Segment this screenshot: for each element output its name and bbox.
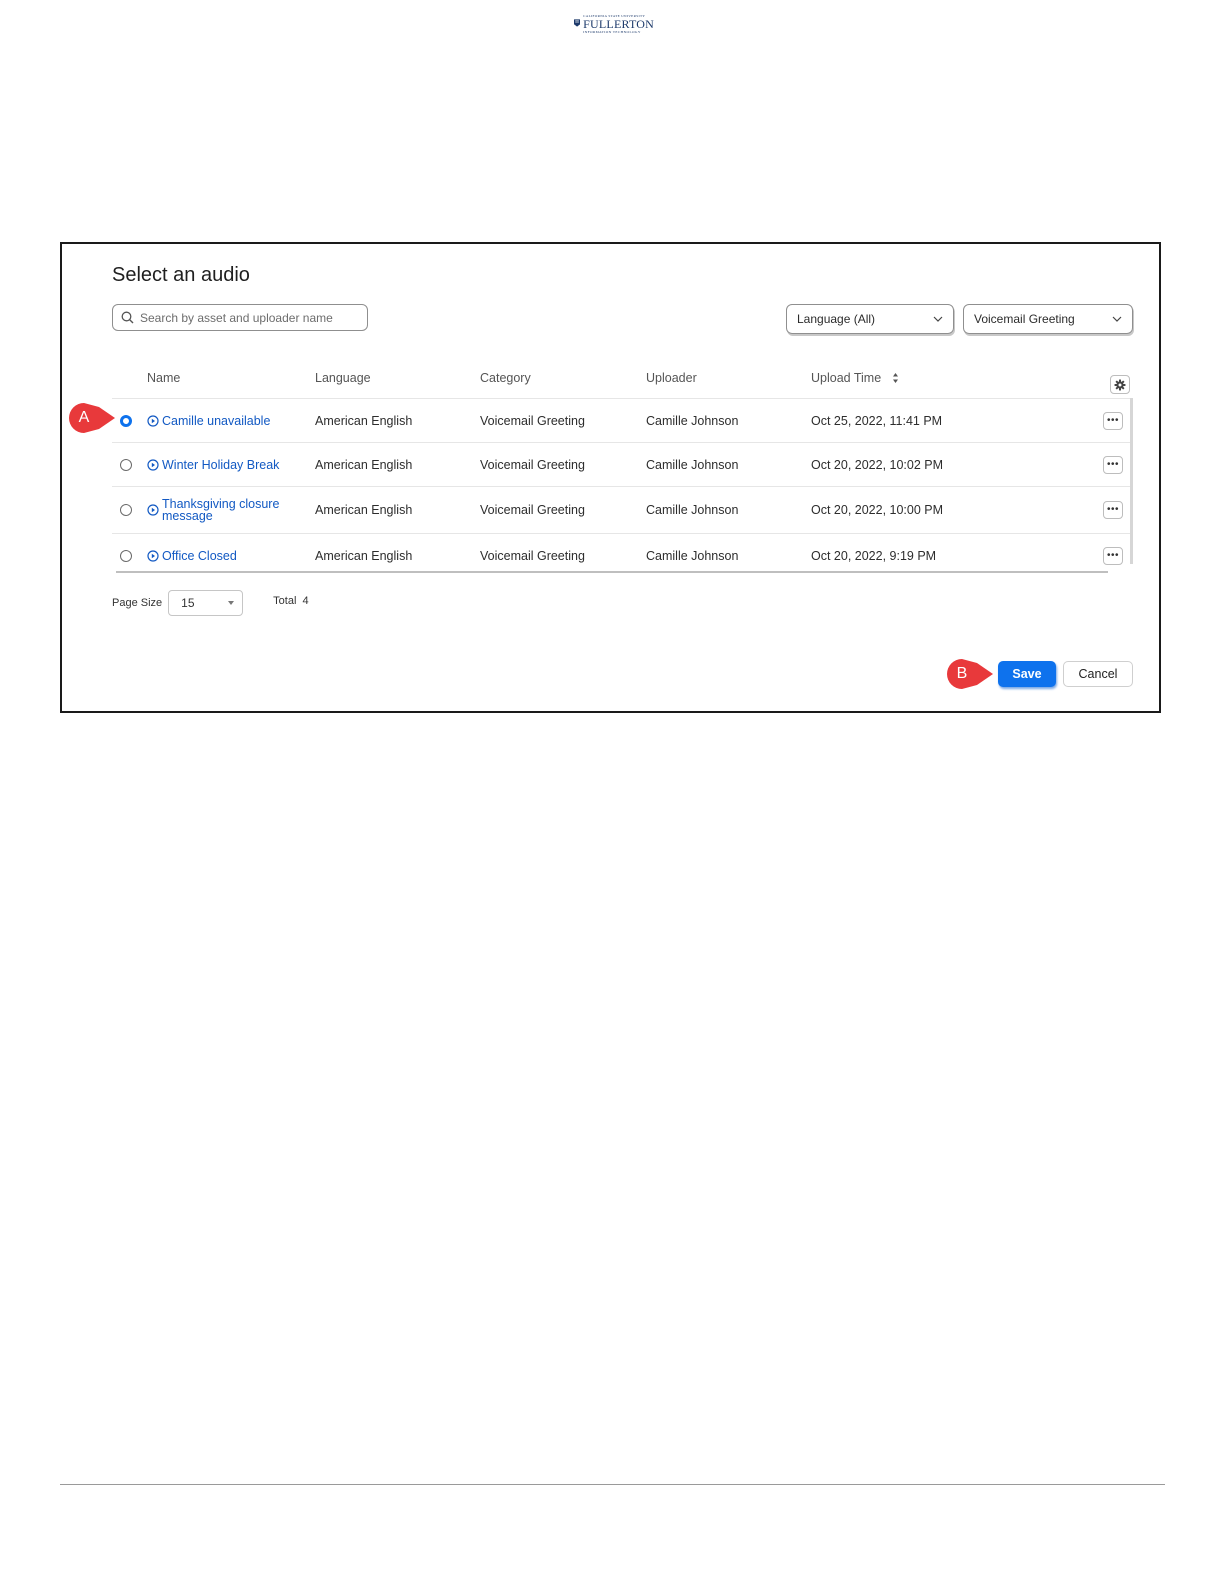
column-header-name[interactable]: Name <box>147 371 180 385</box>
audio-name-link[interactable]: Winter Holiday Break <box>162 458 279 471</box>
callout-label-a: A <box>78 409 90 426</box>
callout-marker-a: A <box>67 401 115 435</box>
total-count: Total 4 <box>273 595 309 607</box>
uploader-cell: Camille Johnson <box>646 548 739 563</box>
column-header-language[interactable]: Language <box>315 371 371 385</box>
play-icon[interactable] <box>147 458 159 471</box>
table-header: Name Language Category Uploader Upload T… <box>112 364 1133 398</box>
save-button[interactable]: Save <box>998 661 1056 687</box>
callout-label-b: B <box>956 665 968 682</box>
upload-time-cell: Oct 20, 2022, 10:02 PM <box>811 457 944 472</box>
cancel-button[interactable]: Cancel <box>1063 661 1133 687</box>
gear-icon <box>1114 379 1126 390</box>
row-radio-selected[interactable] <box>120 414 132 427</box>
audio-name-link[interactable]: Office Closed <box>162 549 237 562</box>
audio-table: Name Language Category Uploader Upload T… <box>112 364 1133 577</box>
chevron-down-icon <box>933 316 943 322</box>
table-row[interactable]: Camille unavailable American English Voi… <box>112 398 1133 442</box>
page-size-label: Page Size <box>112 597 163 609</box>
category-cell: Voicemail Greeting <box>480 457 585 472</box>
select-audio-dialog: Select an audio Language (All) Voicemail… <box>60 242 1161 713</box>
category-filter-value: Voicemail Greeting <box>974 312 1075 326</box>
play-icon[interactable] <box>147 504 159 516</box>
category-cell: Voicemail Greeting <box>480 503 585 517</box>
csuf-logo: CALIFORNIA STATE UNIVERSITY FULLERTON IN… <box>574 14 654 40</box>
language-cell: American English <box>315 457 413 472</box>
callout-marker-b: B <box>945 657 993 691</box>
table-row[interactable]: Winter Holiday Break American English Vo… <box>112 442 1133 486</box>
row-radio[interactable] <box>120 504 132 516</box>
footer-divider <box>60 1484 1165 1485</box>
upload-time-cell: Oct 25, 2022, 11:41 PM <box>811 413 943 428</box>
vertical-scrollbar[interactable] <box>1130 398 1133 564</box>
uploader-cell: Camille Johnson <box>646 457 739 472</box>
audio-name-link[interactable]: Camille unavailable <box>162 414 270 427</box>
sort-icon[interactable] <box>892 372 899 384</box>
page-size-value: 15 <box>181 596 195 610</box>
more-options-button[interactable]: ••• <box>1103 501 1123 519</box>
dialog-title: Select an audio <box>112 264 250 286</box>
horizontal-scrollbar[interactable] <box>116 571 1108 573</box>
search-icon <box>121 311 134 324</box>
column-header-uploader[interactable]: Uploader <box>646 371 697 385</box>
category-filter-select[interactable]: Voicemail Greeting <box>963 304 1133 334</box>
university-shield-icon <box>574 19 581 27</box>
language-cell: American English <box>315 503 413 517</box>
uploader-cell: Camille Johnson <box>646 413 739 428</box>
row-radio[interactable] <box>120 549 132 562</box>
search-box[interactable] <box>112 304 368 331</box>
more-options-button[interactable]: ••• <box>1103 546 1123 565</box>
language-filter-select[interactable]: Language (All) <box>786 304 954 334</box>
page-size-select[interactable]: 15 <box>168 590 244 616</box>
caret-down-icon <box>228 601 235 605</box>
category-cell: Voicemail Greeting <box>480 548 585 563</box>
audio-name-link[interactable]: Thanksgiving closure message <box>162 498 292 523</box>
upload-time-cell: Oct 20, 2022, 10:00 PM <box>811 503 944 517</box>
more-options-button[interactable]: ••• <box>1103 411 1123 430</box>
column-header-upload-time[interactable]: Upload Time <box>811 371 881 385</box>
language-cell: American English <box>315 548 413 563</box>
table-settings-button[interactable] <box>1110 375 1130 394</box>
logo-bottom-text: INFORMATION TECHNOLOGY <box>583 30 641 34</box>
total-value: 4 <box>302 595 309 607</box>
row-radio[interactable] <box>120 458 132 471</box>
search-input[interactable] <box>140 310 350 325</box>
language-cell: American English <box>315 413 413 428</box>
upload-time-cell: Oct 20, 2022, 9:19 PM <box>811 548 937 563</box>
category-cell: Voicemail Greeting <box>480 413 585 428</box>
uploader-cell: Camille Johnson <box>646 503 739 517</box>
more-options-button[interactable]: ••• <box>1103 455 1123 474</box>
chevron-down-icon <box>1112 316 1122 322</box>
pagination: Page Size 15 Total 4 <box>112 590 309 616</box>
total-label: Total <box>273 595 297 607</box>
column-header-category[interactable]: Category <box>480 371 531 385</box>
table-row[interactable]: Thanksgiving closure message American En… <box>112 486 1133 533</box>
language-filter-value: Language (All) <box>797 312 876 326</box>
play-icon[interactable] <box>147 549 159 562</box>
logo-main-text: FULLERTON <box>583 17 654 31</box>
play-icon[interactable] <box>147 414 159 427</box>
